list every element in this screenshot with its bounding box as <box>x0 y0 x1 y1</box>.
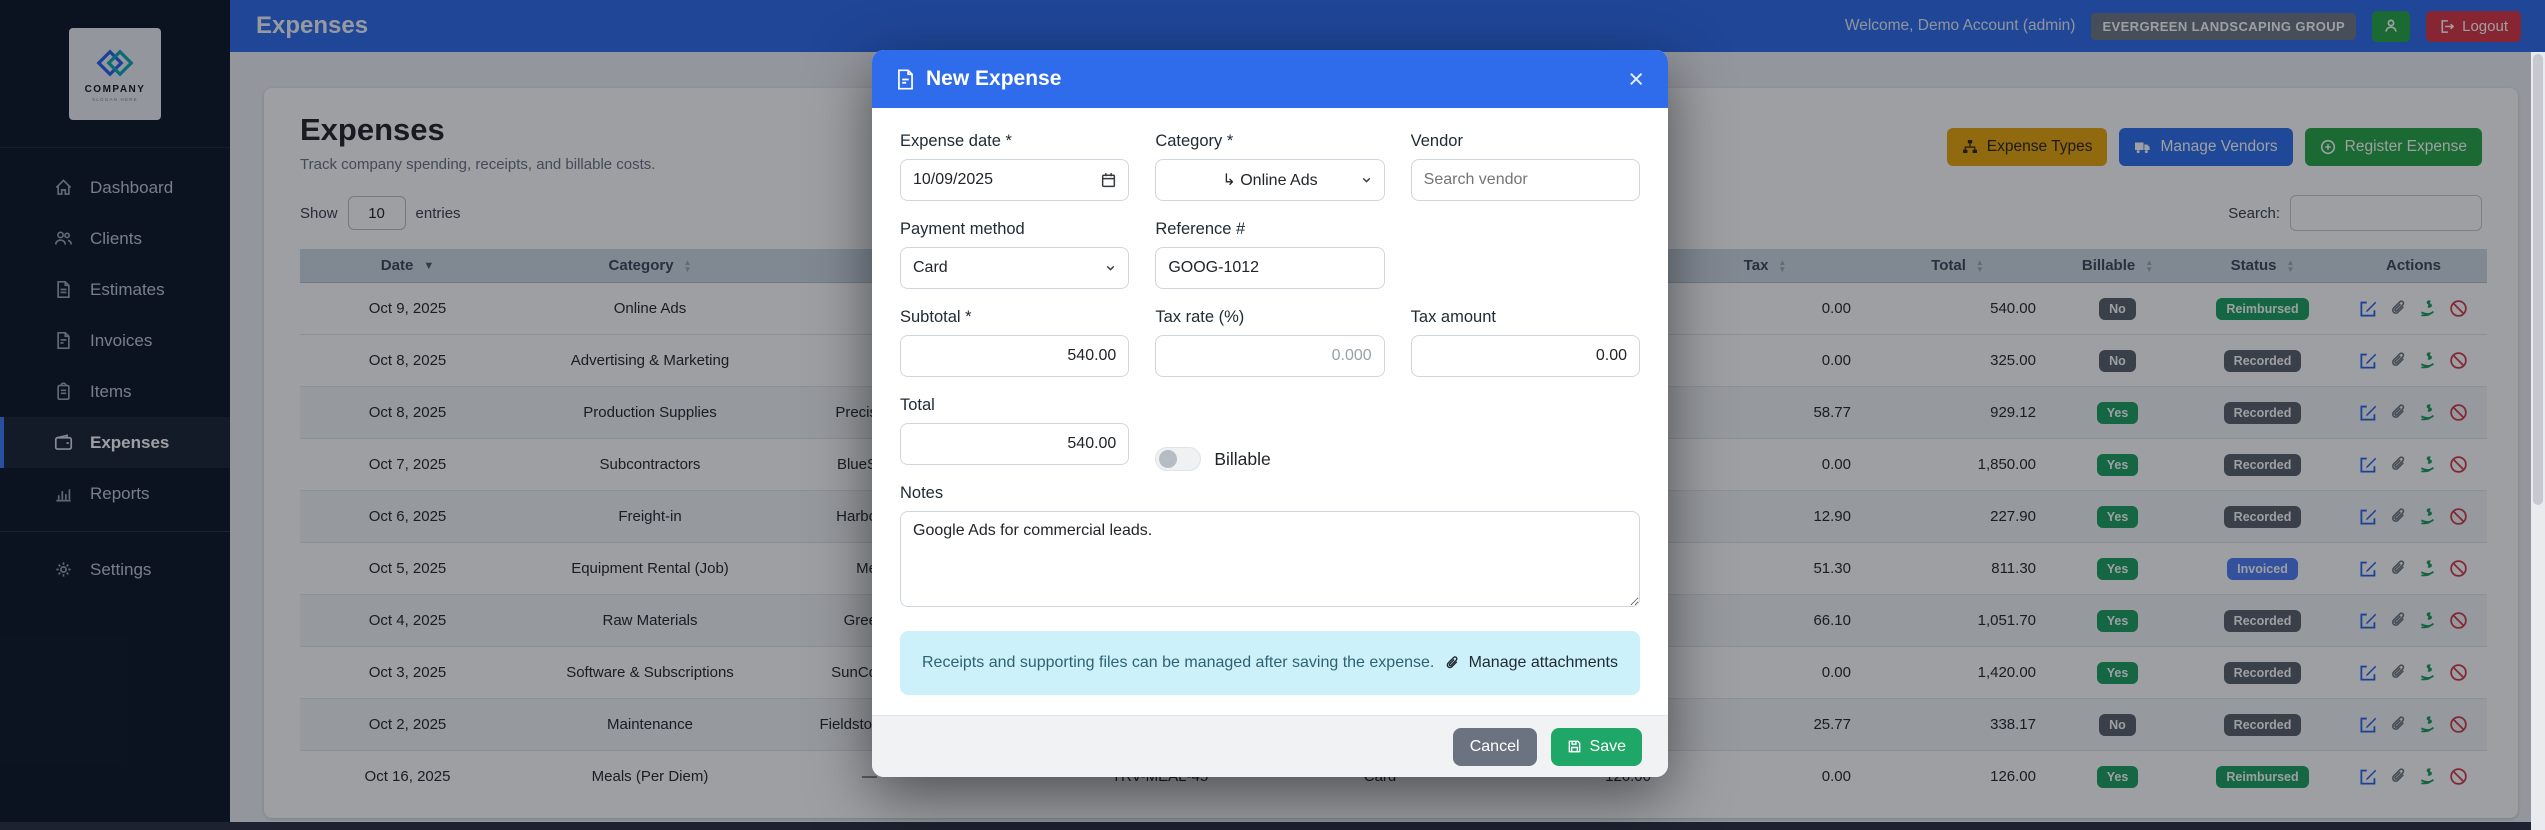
modal-footer: Cancel Save <box>872 715 1668 777</box>
tax-amount-input[interactable] <box>1411 335 1640 377</box>
tax-rate-label: Tax rate (%) <box>1155 308 1384 327</box>
cancel-label: Cancel <box>1470 738 1520 755</box>
payment-method-select[interactable]: Card <box>900 247 1129 289</box>
reference-input[interactable] <box>1155 247 1384 289</box>
chevron-down-icon <box>1104 262 1117 275</box>
tax-rate-input[interactable] <box>1155 335 1384 377</box>
total-input[interactable] <box>900 423 1129 465</box>
save-icon <box>1567 739 1582 754</box>
vendor-label: Vendor <box>1411 132 1640 151</box>
notes-label: Notes <box>900 484 1640 503</box>
paperclip-icon <box>1444 655 1460 671</box>
tax-amount-label: Tax amount <box>1411 308 1640 327</box>
expense-date-input[interactable]: 10/09/2025 <box>900 159 1129 201</box>
subtotal-label: Subtotal * <box>900 308 1129 327</box>
reference-label: Reference # <box>1155 220 1384 239</box>
category-value: ↳ Online Ads <box>1222 170 1317 190</box>
attachments-info-text: Receipts and supporting files can be man… <box>922 654 1434 672</box>
billable-toggle[interactable] <box>1155 447 1201 471</box>
save-button[interactable]: Save <box>1551 728 1642 766</box>
page-scrollbar <box>2531 52 2545 830</box>
toggle-knob <box>1159 450 1177 468</box>
payment-method-label: Payment method <box>900 220 1129 239</box>
modal-header: New Expense × <box>872 50 1668 108</box>
save-label: Save <box>1590 738 1626 756</box>
billable-toggle-label: Billable <box>1214 449 1270 470</box>
vendor-search-input[interactable] <box>1411 159 1640 201</box>
modal-body: Expense date * 10/09/2025 Category * ↳ O… <box>872 108 1668 715</box>
notes-textarea[interactable]: Google Ads for commercial leads. <box>900 511 1640 607</box>
file-invoice-icon <box>896 69 915 90</box>
payment-method-value: Card <box>913 259 948 277</box>
subtotal-input[interactable] <box>900 335 1129 377</box>
expense-date-value: 10/09/2025 <box>913 171 993 189</box>
manage-attachments-link[interactable]: Manage attachments <box>1444 654 1618 672</box>
manage-attachments-label: Manage attachments <box>1469 654 1618 672</box>
close-icon[interactable]: × <box>1628 66 1644 93</box>
chevron-down-icon <box>1360 174 1373 187</box>
new-expense-modal: New Expense × Expense date * 10/09/2025 … <box>872 50 1668 777</box>
total-label: Total <box>900 396 1129 415</box>
scrollbar-thumb[interactable] <box>2533 54 2543 505</box>
category-select[interactable]: ↳ Online Ads <box>1155 159 1384 201</box>
cancel-button[interactable]: Cancel <box>1453 728 1537 766</box>
calendar-icon <box>1100 172 1117 189</box>
expense-date-label: Expense date * <box>900 132 1129 151</box>
attachments-info-box: Receipts and supporting files can be man… <box>900 631 1640 695</box>
category-label: Category * <box>1155 132 1384 151</box>
modal-title: New Expense <box>926 67 1061 91</box>
